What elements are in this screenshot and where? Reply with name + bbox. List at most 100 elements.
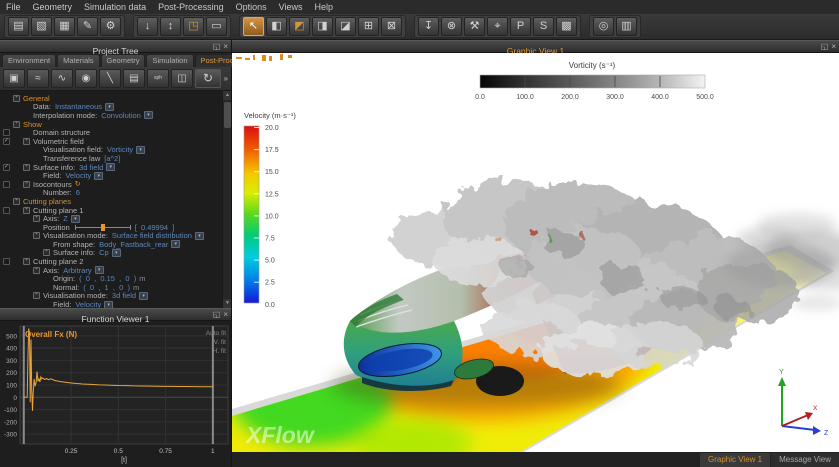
tree-row[interactable]: Normal:( 0 , 1 , 0 )m [0, 283, 231, 292]
open-project-button[interactable]: ▧ [31, 17, 52, 36]
animation-button[interactable]: ▩ [556, 17, 577, 36]
dropdown-icon[interactable]: ▾ [94, 172, 103, 180]
dropdown-icon[interactable]: ▾ [71, 215, 80, 223]
dropdown-icon[interactable]: ▾ [171, 240, 180, 248]
tree-row[interactable]: From shape:Body_Fastback_rear▾ [0, 240, 231, 249]
select-tool-button[interactable]: ↖ [243, 17, 264, 36]
view-tab-message-view[interactable]: Message View [771, 453, 839, 467]
tree-group-row[interactable]: -General [0, 94, 231, 103]
streamlines-button[interactable]: ∿ [51, 69, 73, 88]
cube-tool-6-button[interactable]: ⊠ [381, 17, 402, 36]
row-checkbox[interactable] [3, 207, 10, 214]
function-plot[interactable]: 5004003002001000-100-200-3000.250.50.751… [0, 321, 232, 467]
collapse-toggle-icon[interactable]: - [43, 249, 50, 256]
dropdown-icon[interactable]: ▾ [144, 111, 153, 119]
tree-row[interactable]: ✓-Surface info:3d field▾ [0, 163, 231, 172]
menu-file[interactable]: File [6, 2, 21, 12]
menu-views[interactable]: Views [279, 2, 303, 12]
inspect-button[interactable]: ⌖ [487, 17, 508, 36]
save-as-button[interactable]: ✎ [77, 17, 98, 36]
tree-row[interactable]: Number:6 [0, 189, 231, 198]
menu-help[interactable]: Help [315, 2, 334, 12]
refresh-button[interactable]: ↻ [195, 69, 221, 88]
collapse-toggle-icon[interactable]: - [13, 121, 20, 128]
menu-options[interactable]: Options [236, 2, 267, 12]
dropdown-icon[interactable]: ▾ [104, 301, 113, 308]
collapse-toggle-icon[interactable]: - [33, 267, 40, 274]
dropdown-icon[interactable]: ▾ [112, 249, 121, 257]
tree-row[interactable]: -Isocontours↻ [0, 180, 231, 189]
collapse-toggle-icon[interactable]: - [13, 95, 20, 102]
tree-row[interactable]: Transference law[a^2] [0, 154, 231, 163]
close-panel-icon[interactable]: × [223, 309, 228, 321]
tree-row[interactable]: -Axis:Arbitrary▾ [0, 266, 231, 275]
cube-tool-1-button[interactable]: ◧ [266, 17, 287, 36]
render-view-button[interactable]: ◎ [593, 17, 614, 36]
tree-row[interactable]: -Visualisation mode:3d field▾ [0, 292, 231, 301]
toolbar-overflow-icon[interactable]: » [224, 74, 228, 83]
cube-tool-4-button[interactable]: ◪ [335, 17, 356, 36]
dropdown-icon[interactable]: ▾ [105, 103, 114, 111]
dropdown-icon[interactable]: ▾ [139, 292, 148, 300]
new-project-button[interactable]: ▤ [8, 17, 29, 36]
position-slider[interactable] [75, 224, 131, 231]
tree-row[interactable]: -Visualisation mode:Surface field distri… [0, 232, 231, 241]
tree-row[interactable]: Field:Velocity▾ [0, 300, 231, 308]
row-checkbox[interactable]: ✓ [3, 138, 10, 145]
fit-option-h-fit[interactable]: H. fit [213, 348, 227, 355]
scroll-down-icon[interactable]: ▼ [223, 299, 231, 308]
tab-simulation[interactable]: Simulation [146, 54, 193, 67]
plane-probe-button[interactable]: ▤ [123, 69, 145, 88]
row-checkbox[interactable] [3, 181, 10, 188]
point-probe-button[interactable]: ◉ [75, 69, 97, 88]
cube-tool-5-button[interactable]: ⊞ [358, 17, 379, 36]
wrench-button[interactable]: ⚒ [464, 17, 485, 36]
refresh-icon[interactable]: ↻ [75, 180, 81, 188]
sph-export-button[interactable]: sph [147, 69, 169, 88]
fit-option-v-fit[interactable]: V. fit [214, 339, 227, 346]
tree-row[interactable]: Position[ 0.49994 ] [0, 223, 231, 232]
cube-import-button[interactable]: ↧ [418, 17, 439, 36]
collapse-toggle-icon[interactable]: - [23, 258, 30, 265]
dropdown-icon[interactable]: ▾ [106, 163, 115, 171]
scroll-up-icon[interactable]: ▲ [223, 91, 231, 100]
row-checkbox[interactable]: ✓ [3, 164, 10, 171]
tree-scrollbar[interactable]: ▲ ▼ [222, 91, 231, 308]
import-export-button[interactable]: ↕ [160, 17, 181, 36]
menu-geometry[interactable]: Geometry [33, 2, 73, 12]
fit-option-auto-fit[interactable]: Auto fit [206, 330, 226, 337]
collapse-toggle-icon[interactable]: - [33, 292, 40, 299]
float-panel-icon[interactable]: ◱ [821, 41, 829, 53]
cube-delete-button[interactable]: ⊗ [441, 17, 462, 36]
collapse-toggle-icon[interactable]: - [33, 232, 40, 239]
tree-row[interactable]: ✓-Volumetric field [0, 137, 231, 146]
dropdown-icon[interactable]: ▾ [95, 266, 104, 274]
tree-row[interactable]: -Cutting plane 1 [0, 206, 231, 215]
tree-row[interactable]: Data:Instantaneous▾ [0, 103, 231, 112]
float-panel-icon[interactable]: ◱ [213, 309, 221, 321]
tree-group-row[interactable]: -Show [0, 120, 231, 129]
tree-row[interactable]: -Surface info:Cp▾ [0, 249, 231, 258]
collapse-toggle-icon[interactable]: - [33, 215, 40, 222]
measure-button[interactable]: ▭ [206, 17, 227, 36]
tree-row[interactable]: Origin:( 0 , 0.15 , 0 )m [0, 274, 231, 283]
tree-row[interactable]: Domain structure [0, 128, 231, 137]
collapse-toggle-icon[interactable]: - [13, 198, 20, 205]
probe-s-button[interactable]: S [533, 17, 554, 36]
scrollbar-thumb[interactable] [224, 102, 231, 128]
cube-tool-3-button[interactable]: ◨ [312, 17, 333, 36]
tree-row[interactable]: Interpolation mode:Convolution▾ [0, 111, 231, 120]
save-button[interactable]: ▦ [54, 17, 75, 36]
tree-row[interactable]: Field:Velocity▾ [0, 171, 231, 180]
collapse-toggle-icon[interactable]: - [23, 164, 30, 171]
dropdown-icon[interactable]: ▾ [136, 146, 145, 154]
line-probe-button[interactable]: ╲ [99, 69, 121, 88]
probe-p-button[interactable]: P [510, 17, 531, 36]
chart-view-button[interactable]: ▥ [616, 17, 637, 36]
menu-simulation-data[interactable]: Simulation data [84, 2, 146, 12]
surface-field-button[interactable]: ≈ [27, 69, 49, 88]
collapse-toggle-icon[interactable]: - [23, 207, 30, 214]
record-animation-button[interactable]: ◫ [171, 69, 193, 88]
tab-environment[interactable]: Environment [2, 54, 56, 67]
import-button[interactable]: ↓ [137, 17, 158, 36]
